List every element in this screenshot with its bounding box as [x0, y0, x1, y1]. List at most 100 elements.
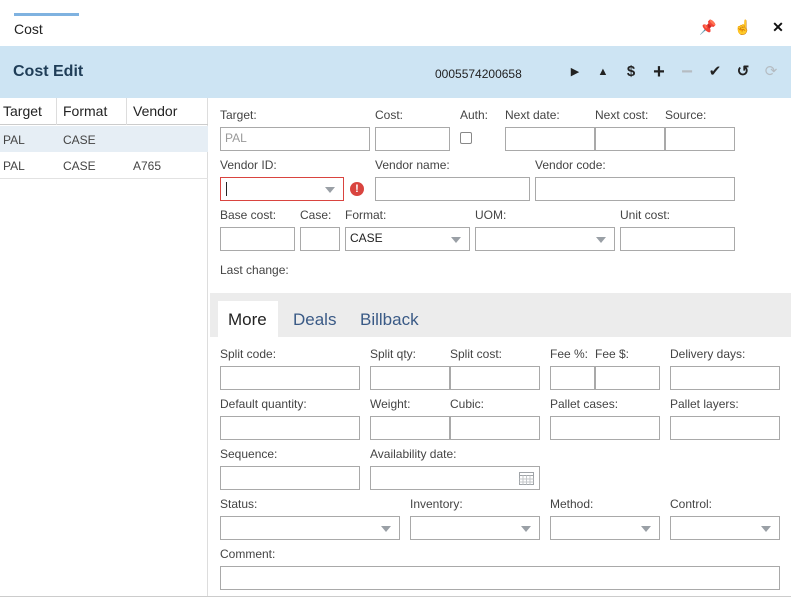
split-code-label: Split code:	[220, 347, 277, 361]
auth-checkbox[interactable]	[460, 132, 472, 144]
status-dropdown[interactable]	[220, 516, 400, 540]
text-cursor	[226, 182, 227, 196]
auth-label: Auth:	[460, 108, 489, 122]
add-icon[interactable]: +	[649, 62, 669, 82]
chevron-down-icon	[381, 526, 391, 532]
source-field[interactable]	[665, 127, 735, 151]
case-label: Case:	[300, 208, 332, 222]
chevron-down-icon	[325, 187, 335, 193]
row-divider	[0, 178, 208, 179]
fee-pct-field[interactable]	[550, 366, 595, 390]
chevron-down-icon	[451, 237, 461, 243]
dollar-icon[interactable]: $	[621, 62, 641, 82]
next-cost-label: Next cost:	[595, 108, 649, 122]
vendor-name-field[interactable]	[375, 177, 530, 201]
refresh-icon[interactable]: ⟳	[761, 62, 781, 82]
page-title: Cost Edit	[13, 63, 84, 80]
target-field[interactable]: PAL	[220, 127, 370, 151]
weight-field[interactable]	[370, 416, 450, 440]
unit-cost-label: Unit cost:	[620, 208, 671, 222]
weight-label: Weight:	[370, 397, 411, 411]
case-field[interactable]	[300, 227, 340, 251]
default-quantity-field[interactable]	[220, 416, 360, 440]
tab-billback[interactable]: Billback	[350, 301, 430, 337]
split-qty-label: Split qty:	[370, 347, 417, 361]
column-header-format[interactable]: Format	[63, 103, 107, 119]
inventory-dropdown[interactable]	[410, 516, 540, 540]
column-header-target[interactable]: Target	[3, 103, 42, 119]
uom-dropdown[interactable]	[475, 227, 615, 251]
chevron-down-icon	[596, 237, 606, 243]
undo-icon[interactable]: ↺	[733, 62, 753, 82]
next-date-field[interactable]	[505, 127, 595, 151]
unit-cost-field[interactable]	[620, 227, 735, 251]
row-vendor: A765	[133, 159, 162, 173]
control-dropdown[interactable]	[670, 516, 780, 540]
row-format: CASE	[63, 133, 96, 147]
close-icon[interactable]: ✕	[769, 18, 787, 36]
tab-deals[interactable]: Deals	[283, 301, 346, 337]
method-dropdown[interactable]	[550, 516, 660, 540]
cost-field[interactable]	[375, 127, 450, 151]
hand-pointer-icon[interactable]: ☝	[734, 18, 752, 36]
row-format: CASE	[63, 159, 96, 173]
split-cost-field[interactable]	[450, 366, 540, 390]
availability-date-label: Availability date:	[370, 447, 457, 461]
cubic-label: Cubic:	[450, 397, 485, 411]
uom-label: UOM:	[475, 208, 507, 222]
split-code-field[interactable]	[220, 366, 360, 390]
cubic-field[interactable]	[450, 416, 540, 440]
column-header-vendor[interactable]: Vendor	[133, 103, 177, 119]
sequence-field[interactable]	[220, 466, 360, 490]
column-divider[interactable]	[126, 98, 127, 125]
column-divider[interactable]	[56, 98, 57, 125]
base-cost-field[interactable]	[220, 227, 295, 251]
availability-date-field[interactable]	[370, 466, 540, 490]
window-title[interactable]: Cost	[14, 21, 43, 37]
pallet-layers-label: Pallet layers:	[670, 397, 739, 411]
vendor-id-dropdown[interactable]	[220, 177, 344, 201]
next-date-label: Next date:	[505, 108, 560, 122]
tab-more[interactable]: More	[218, 301, 278, 337]
remove-icon[interactable]: −	[677, 62, 697, 82]
record-id: 0005574200658	[435, 67, 522, 81]
cost-label: Cost:	[375, 108, 404, 122]
row-target: PAL	[3, 133, 25, 147]
list-row[interactable]: PAL CASE A765	[0, 152, 208, 178]
pallet-layers-field[interactable]	[670, 416, 780, 440]
default-quantity-label: Default quantity:	[220, 397, 307, 411]
target-label: Target:	[220, 108, 257, 122]
format-label: Format:	[345, 208, 387, 222]
header-bar	[0, 46, 791, 98]
pin-icon[interactable]: 📌	[699, 18, 717, 36]
split-cost-label: Split cost:	[450, 347, 503, 361]
fee-amt-field[interactable]	[595, 366, 660, 390]
row-target: PAL	[3, 159, 25, 173]
pallet-cases-field[interactable]	[550, 416, 660, 440]
vendor-name-label: Vendor name:	[375, 158, 450, 172]
vendor-code-field[interactable]	[535, 177, 735, 201]
comment-label: Comment:	[220, 547, 276, 561]
check-icon[interactable]: ✔	[705, 62, 725, 82]
calendar-icon[interactable]	[519, 471, 534, 485]
inventory-label: Inventory:	[410, 497, 463, 511]
next-icon[interactable]: ▶	[565, 62, 585, 82]
list-row[interactable]: PAL CASE	[0, 126, 208, 152]
split-qty-field[interactable]	[370, 366, 450, 390]
chevron-down-icon	[761, 526, 771, 532]
error-icon: !	[350, 182, 364, 196]
chevron-down-icon	[641, 526, 651, 532]
delivery-days-field[interactable]	[670, 366, 780, 390]
chevron-down-icon	[521, 526, 531, 532]
comment-field[interactable]	[220, 566, 780, 590]
method-label: Method:	[550, 497, 594, 511]
control-label: Control:	[670, 497, 713, 511]
pallet-cases-label: Pallet cases:	[550, 397, 619, 411]
source-label: Source:	[665, 108, 707, 122]
format-dropdown[interactable]: CASE	[345, 227, 470, 251]
up-icon[interactable]: ▲	[593, 62, 613, 82]
last-change-label: Last change:	[220, 263, 289, 277]
delivery-days-label: Delivery days:	[670, 347, 746, 361]
next-cost-field[interactable]	[595, 127, 665, 151]
active-tab-indicator	[14, 13, 79, 16]
